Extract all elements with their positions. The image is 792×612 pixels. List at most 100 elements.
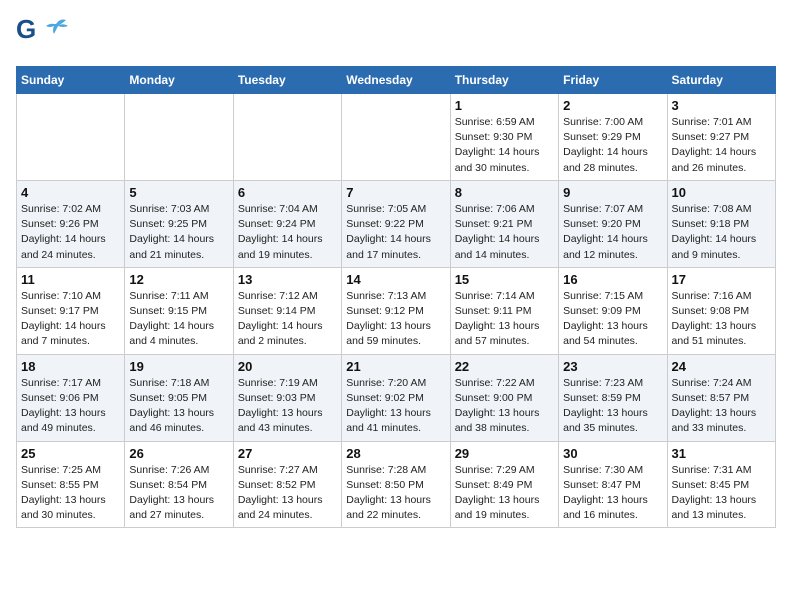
week-row-5: 25Sunrise: 7:25 AM Sunset: 8:55 PM Dayli… xyxy=(17,441,776,528)
day-info: Sunrise: 7:12 AM Sunset: 9:14 PM Dayligh… xyxy=(238,289,337,350)
day-info: Sunrise: 7:27 AM Sunset: 8:52 PM Dayligh… xyxy=(238,463,337,524)
day-info: Sunrise: 7:08 AM Sunset: 9:18 PM Dayligh… xyxy=(672,202,771,263)
week-row-1: 1 Sunrise: 6:59 AM Sunset: 9:30 PM Daylig… xyxy=(17,94,776,181)
day-number: 27 xyxy=(238,446,337,461)
day-info: Sunrise: 7:26 AM Sunset: 8:54 PM Dayligh… xyxy=(129,463,228,524)
calendar-cell: 23 Sunrise: 7:23 AM Sunset: 8:59 PM Dayli… xyxy=(559,354,667,441)
day-number: 24 xyxy=(672,359,771,374)
day-number: 10 xyxy=(672,185,771,200)
day-number: 11 xyxy=(21,272,120,287)
calendar-cell: 10 Sunrise: 7:08 AM Sunset: 9:18 PM Dayli… xyxy=(667,180,775,267)
calendar-cell: 9Sunrise: 7:07 AM Sunset: 9:20 PM Daylig… xyxy=(559,180,667,267)
week-row-4: 18 Sunrise: 7:17 AM Sunset: 9:06 PM Dayli… xyxy=(17,354,776,441)
day-info: Sunrise: 7:29 AM Sunset: 8:49 PM Dayligh… xyxy=(455,463,554,524)
calendar-cell: 11Sunrise: 7:10 AM Sunset: 9:17 PM Dayli… xyxy=(17,267,125,354)
day-number: 17 xyxy=(672,272,771,287)
day-number: 19 xyxy=(129,359,228,374)
day-info: Sunrise: 7:06 AM Sunset: 9:21 PM Dayligh… xyxy=(455,202,554,263)
calendar-cell: 6 Sunrise: 7:04 AM Sunset: 9:24 PM Daylig… xyxy=(233,180,341,267)
day-number: 12 xyxy=(129,272,228,287)
day-number: 29 xyxy=(455,446,554,461)
day-number: 4 xyxy=(21,185,120,200)
calendar-cell xyxy=(233,94,341,181)
calendar-cell: 24 Sunrise: 7:24 AM Sunset: 8:57 PM Dayli… xyxy=(667,354,775,441)
calendar-cell: 22Sunrise: 7:22 AM Sunset: 9:00 PM Dayli… xyxy=(450,354,558,441)
calendar-cell: 31 Sunrise: 7:31 AM Sunset: 8:45 PM Dayli… xyxy=(667,441,775,528)
calendar-cell: 21Sunrise: 7:20 AM Sunset: 9:02 PM Dayli… xyxy=(342,354,450,441)
day-number: 1 xyxy=(455,98,554,113)
calendar-cell: 26 Sunrise: 7:26 AM Sunset: 8:54 PM Dayli… xyxy=(125,441,233,528)
day-info: Sunrise: 7:16 AM Sunset: 9:08 PM Dayligh… xyxy=(672,289,771,350)
day-number: 20 xyxy=(238,359,337,374)
calendar-cell: 13 Sunrise: 7:12 AM Sunset: 9:14 PM Dayli… xyxy=(233,267,341,354)
col-header-saturday: Saturday xyxy=(667,67,775,94)
logo: G xyxy=(16,16,68,56)
day-number: 30 xyxy=(563,446,662,461)
day-info: Sunrise: 7:00 AM Sunset: 9:29 PM Dayligh… xyxy=(563,115,662,176)
day-number: 6 xyxy=(238,185,337,200)
calendar-cell: 27 Sunrise: 7:27 AM Sunset: 8:52 PM Dayli… xyxy=(233,441,341,528)
calendar-cell: 4 Sunrise: 7:02 AM Sunset: 9:26 PM Daylig… xyxy=(17,180,125,267)
day-number: 13 xyxy=(238,272,337,287)
calendar-cell: 7Sunrise: 7:05 AM Sunset: 9:22 PM Daylig… xyxy=(342,180,450,267)
col-header-friday: Friday xyxy=(559,67,667,94)
day-number: 23 xyxy=(563,359,662,374)
day-info: Sunrise: 7:18 AM Sunset: 9:05 PM Dayligh… xyxy=(129,376,228,437)
day-number: 18 xyxy=(21,359,120,374)
calendar-table: SundayMondayTuesdayWednesdayThursdayFrid… xyxy=(16,66,776,528)
day-number: 31 xyxy=(672,446,771,461)
week-row-2: 4 Sunrise: 7:02 AM Sunset: 9:26 PM Daylig… xyxy=(17,180,776,267)
calendar-cell xyxy=(342,94,450,181)
day-number: 2 xyxy=(563,98,662,113)
day-info: Sunrise: 7:03 AM Sunset: 9:25 PM Dayligh… xyxy=(129,202,228,263)
day-number: 5 xyxy=(129,185,228,200)
day-number: 28 xyxy=(346,446,445,461)
day-info: Sunrise: 7:25 AM Sunset: 8:55 PM Dayligh… xyxy=(21,463,120,524)
col-header-tuesday: Tuesday xyxy=(233,67,341,94)
calendar-cell: 18 Sunrise: 7:17 AM Sunset: 9:06 PM Dayli… xyxy=(17,354,125,441)
calendar-cell: 2 Sunrise: 7:00 AM Sunset: 9:29 PM Daylig… xyxy=(559,94,667,181)
day-info: Sunrise: 7:20 AM Sunset: 9:02 PM Dayligh… xyxy=(346,376,445,437)
calendar-cell xyxy=(17,94,125,181)
day-info: Sunrise: 7:15 AM Sunset: 9:09 PM Dayligh… xyxy=(563,289,662,350)
day-number: 22 xyxy=(455,359,554,374)
calendar-cell: 30 Sunrise: 7:30 AM Sunset: 8:47 PM Dayli… xyxy=(559,441,667,528)
calendar-cell: 28 Sunrise: 7:28 AM Sunset: 8:50 PM Dayli… xyxy=(342,441,450,528)
day-info: Sunrise: 6:59 AM Sunset: 9:30 PM Dayligh… xyxy=(455,115,554,176)
day-number: 7 xyxy=(346,185,445,200)
day-info: Sunrise: 7:31 AM Sunset: 8:45 PM Dayligh… xyxy=(672,463,771,524)
day-info: Sunrise: 7:19 AM Sunset: 9:03 PM Dayligh… xyxy=(238,376,337,437)
day-number: 14 xyxy=(346,272,445,287)
calendar-cell xyxy=(125,94,233,181)
calendar-cell: 29 Sunrise: 7:29 AM Sunset: 8:49 PM Dayli… xyxy=(450,441,558,528)
day-info: Sunrise: 7:23 AM Sunset: 8:59 PM Dayligh… xyxy=(563,376,662,437)
day-info: Sunrise: 7:17 AM Sunset: 9:06 PM Dayligh… xyxy=(21,376,120,437)
day-info: Sunrise: 7:07 AM Sunset: 9:20 PM Dayligh… xyxy=(563,202,662,263)
week-row-3: 11Sunrise: 7:10 AM Sunset: 9:17 PM Dayli… xyxy=(17,267,776,354)
calendar-cell: 14 Sunrise: 7:13 AM Sunset: 9:12 PM Dayli… xyxy=(342,267,450,354)
col-header-sunday: Sunday xyxy=(17,67,125,94)
day-info: Sunrise: 7:14 AM Sunset: 9:11 PM Dayligh… xyxy=(455,289,554,350)
day-info: Sunrise: 7:30 AM Sunset: 8:47 PM Dayligh… xyxy=(563,463,662,524)
day-number: 26 xyxy=(129,446,228,461)
col-header-wednesday: Wednesday xyxy=(342,67,450,94)
calendar-cell: 19 Sunrise: 7:18 AM Sunset: 9:05 PM Dayli… xyxy=(125,354,233,441)
day-number: 3 xyxy=(672,98,771,113)
day-number: 16 xyxy=(563,272,662,287)
day-info: Sunrise: 7:01 AM Sunset: 9:27 PM Dayligh… xyxy=(672,115,771,176)
day-info: Sunrise: 7:28 AM Sunset: 8:50 PM Dayligh… xyxy=(346,463,445,524)
day-info: Sunrise: 7:24 AM Sunset: 8:57 PM Dayligh… xyxy=(672,376,771,437)
day-info: Sunrise: 7:04 AM Sunset: 9:24 PM Dayligh… xyxy=(238,202,337,263)
day-info: Sunrise: 7:02 AM Sunset: 9:26 PM Dayligh… xyxy=(21,202,120,263)
col-header-thursday: Thursday xyxy=(450,67,558,94)
calendar-cell: 8Sunrise: 7:06 AM Sunset: 9:21 PM Daylig… xyxy=(450,180,558,267)
header: G xyxy=(16,16,776,56)
calendar-cell: 20 Sunrise: 7:19 AM Sunset: 9:03 PM Dayli… xyxy=(233,354,341,441)
calendar-cell: 17 Sunrise: 7:16 AM Sunset: 9:08 PM Dayli… xyxy=(667,267,775,354)
calendar-cell: 3 Sunrise: 7:01 AM Sunset: 9:27 PM Daylig… xyxy=(667,94,775,181)
day-number: 15 xyxy=(455,272,554,287)
calendar-cell: 25Sunrise: 7:25 AM Sunset: 8:55 PM Dayli… xyxy=(17,441,125,528)
calendar-cell: 1 Sunrise: 6:59 AM Sunset: 9:30 PM Daylig… xyxy=(450,94,558,181)
day-info: Sunrise: 7:13 AM Sunset: 9:12 PM Dayligh… xyxy=(346,289,445,350)
day-info: Sunrise: 7:11 AM Sunset: 9:15 PM Dayligh… xyxy=(129,289,228,350)
